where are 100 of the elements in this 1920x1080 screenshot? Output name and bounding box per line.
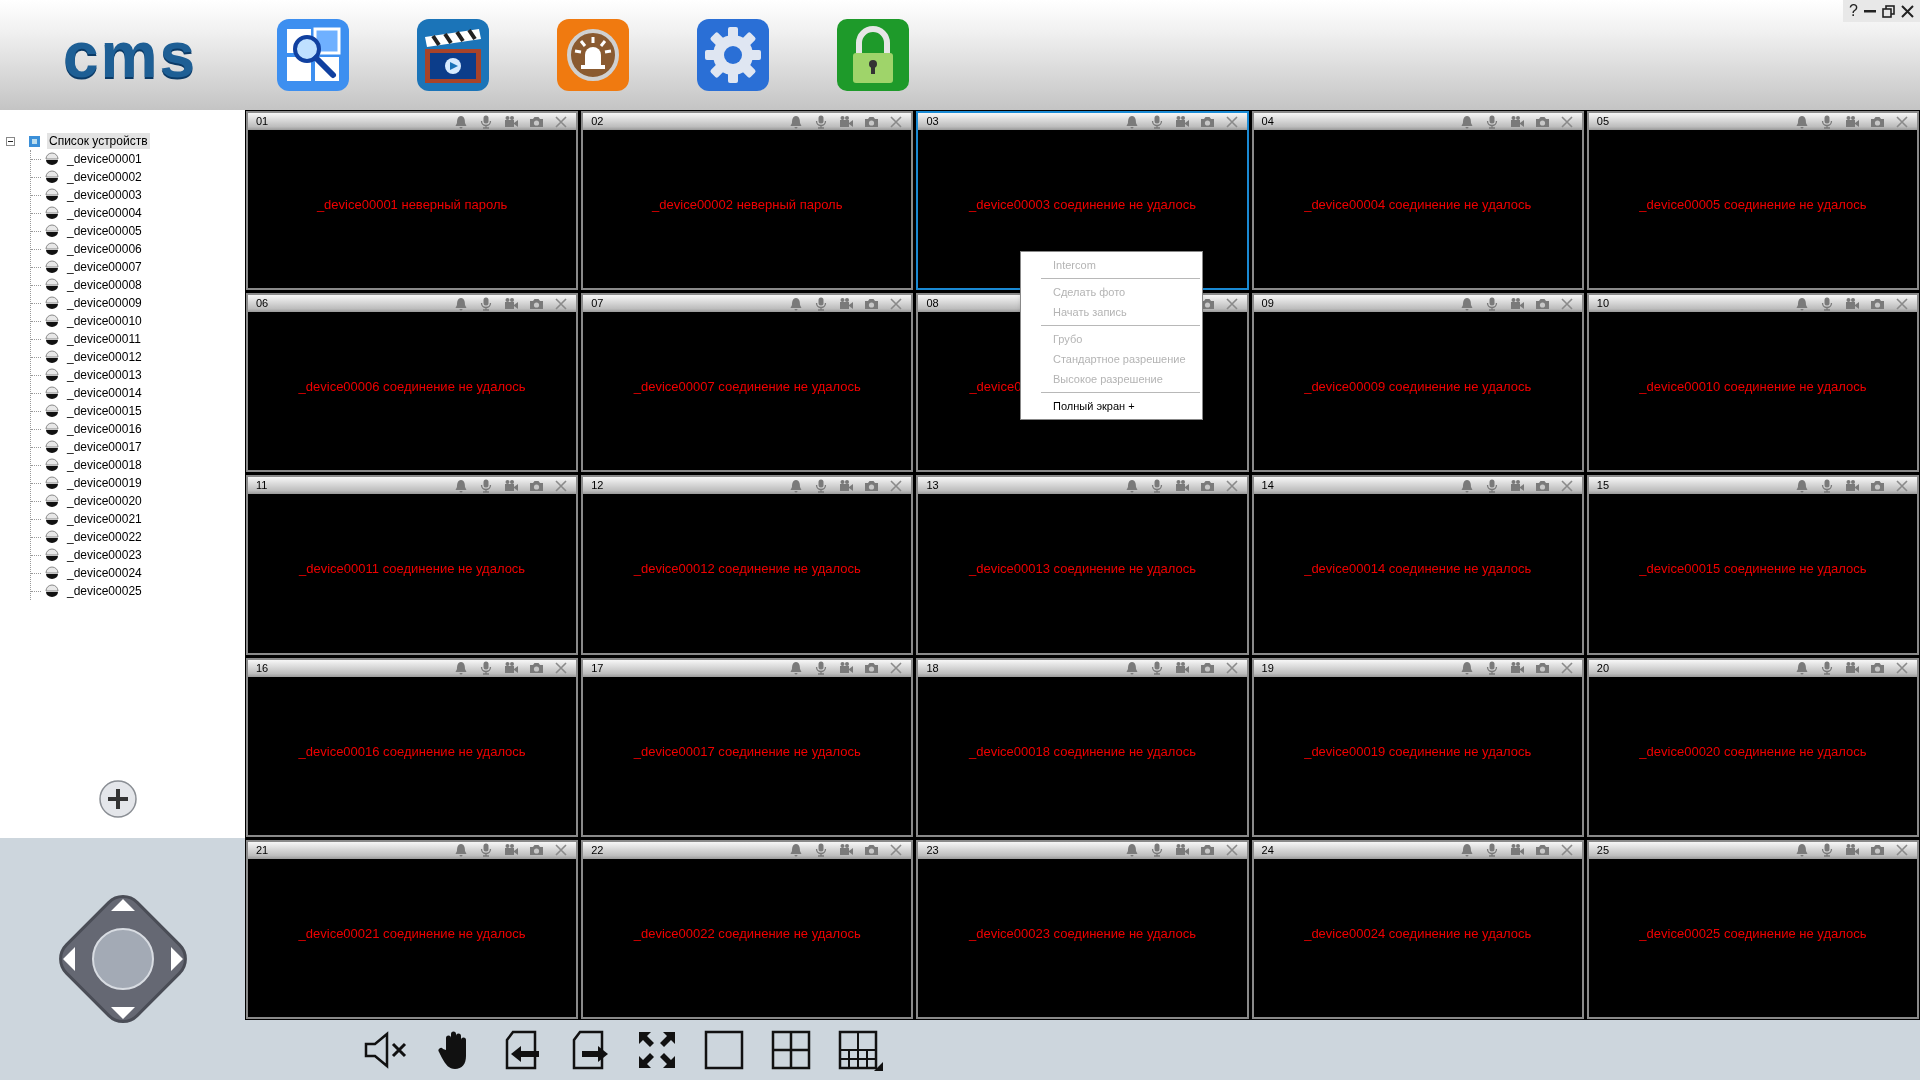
- bell-icon[interactable]: [454, 296, 469, 311]
- single-view-icon[interactable]: [702, 1028, 746, 1072]
- multi-view-icon[interactable]: [836, 1028, 884, 1072]
- bell-icon[interactable]: [1459, 478, 1474, 493]
- video-camera-icon[interactable]: [1174, 843, 1189, 858]
- microphone-icon[interactable]: [814, 478, 829, 493]
- video-camera-icon[interactable]: [1174, 114, 1189, 129]
- bell-icon[interactable]: [1459, 296, 1474, 311]
- microphone-icon[interactable]: [479, 114, 494, 129]
- device-item[interactable]: _device00025: [66, 583, 143, 599]
- bell-icon[interactable]: [789, 296, 804, 311]
- microphone-icon[interactable]: [814, 661, 829, 676]
- padlock-icon[interactable]: [837, 19, 909, 91]
- camera-icon[interactable]: [1534, 843, 1549, 858]
- camera-icon[interactable]: [529, 478, 544, 493]
- video-tile[interactable]: 01 _device00001 неверный пароль: [246, 111, 579, 291]
- video-tile[interactable]: 21 _device00021 соединение не удалось: [246, 839, 579, 1019]
- video-camera-icon[interactable]: [1174, 478, 1189, 493]
- bell-icon[interactable]: [1124, 843, 1139, 858]
- video-camera-icon[interactable]: [839, 114, 854, 129]
- video-camera-icon[interactable]: [504, 478, 519, 493]
- device-item[interactable]: _device00023: [66, 547, 143, 563]
- device-item[interactable]: _device00018: [66, 457, 143, 473]
- camera-icon[interactable]: [529, 661, 544, 676]
- clapperboard-icon[interactable]: [417, 19, 489, 91]
- video-tile[interactable]: 17 _device00017 соединение не удалось: [581, 657, 914, 837]
- device-item[interactable]: _device00006: [66, 241, 143, 257]
- device-item[interactable]: _device00012: [66, 349, 143, 365]
- video-camera-icon[interactable]: [1845, 478, 1859, 493]
- camera-icon[interactable]: [1199, 843, 1214, 858]
- microphone-icon[interactable]: [814, 114, 829, 129]
- camera-icon[interactable]: [864, 296, 879, 311]
- device-item[interactable]: _device00015: [66, 403, 143, 419]
- video-tile[interactable]: 14 _device00014 соединение не удалось: [1251, 475, 1584, 655]
- bell-icon[interactable]: [454, 114, 469, 129]
- device-item[interactable]: _device00008: [66, 277, 143, 293]
- video-camera-icon[interactable]: [1845, 114, 1859, 129]
- camera-icon[interactable]: [1534, 114, 1549, 129]
- video-tile[interactable]: 04 _device00004 соединение не удалось: [1251, 111, 1584, 291]
- video-tile[interactable]: 05 _device00005 соединение не удалось: [1586, 111, 1919, 291]
- microphone-icon[interactable]: [1820, 843, 1834, 858]
- camera-icon[interactable]: [1534, 661, 1549, 676]
- device-item[interactable]: _device00019: [66, 475, 143, 491]
- menu-item[interactable]: Полный экран +: [1021, 396, 1202, 416]
- device-item[interactable]: _device00011: [66, 331, 142, 347]
- video-camera-icon[interactable]: [839, 843, 854, 858]
- video-tile[interactable]: 19 _device00019 соединение не удалось: [1251, 657, 1584, 837]
- video-camera-icon[interactable]: [1174, 661, 1189, 676]
- video-camera-icon[interactable]: [1509, 296, 1524, 311]
- video-tile[interactable]: 11 _device00011 соединение не удалось: [246, 475, 579, 655]
- video-tile[interactable]: 09 _device00009 соединение не удалось: [1251, 293, 1584, 473]
- search-view-icon[interactable]: [277, 19, 349, 91]
- video-camera-icon[interactable]: [1509, 478, 1524, 493]
- device-item[interactable]: _device00007: [66, 259, 143, 275]
- camera-icon[interactable]: [1870, 661, 1884, 676]
- camera-icon[interactable]: [1199, 661, 1214, 676]
- video-camera-icon[interactable]: [504, 661, 519, 676]
- bell-icon[interactable]: [1795, 478, 1809, 493]
- microphone-icon[interactable]: [479, 296, 494, 311]
- microphone-icon[interactable]: [814, 843, 829, 858]
- device-item[interactable]: _device00002: [66, 169, 143, 185]
- camera-icon[interactable]: [864, 114, 879, 129]
- bell-icon[interactable]: [789, 114, 804, 129]
- bell-icon[interactable]: [1459, 114, 1474, 129]
- restore-icon[interactable]: [1882, 4, 1895, 18]
- camera-icon[interactable]: [529, 114, 544, 129]
- device-item[interactable]: _device00014: [66, 385, 143, 401]
- camera-icon[interactable]: [864, 843, 879, 858]
- add-button[interactable]: [99, 780, 137, 818]
- video-camera-icon[interactable]: [1509, 843, 1524, 858]
- video-tile[interactable]: 23 _device00023 соединение не удалось: [916, 839, 1249, 1019]
- camera-icon[interactable]: [1870, 296, 1884, 311]
- tree-root-label[interactable]: Список устройств: [47, 133, 150, 149]
- device-item[interactable]: _device00017: [66, 439, 143, 455]
- bell-icon[interactable]: [454, 843, 469, 858]
- bell-icon[interactable]: [454, 478, 469, 493]
- video-camera-icon[interactable]: [504, 114, 519, 129]
- microphone-icon[interactable]: [1149, 843, 1164, 858]
- bell-icon[interactable]: [1124, 114, 1139, 129]
- video-camera-icon[interactable]: [839, 478, 854, 493]
- microphone-icon[interactable]: [479, 478, 494, 493]
- bell-icon[interactable]: [789, 661, 804, 676]
- device-item[interactable]: _device00020: [66, 493, 143, 509]
- device-item[interactable]: _device00010: [66, 313, 143, 329]
- video-camera-icon[interactable]: [839, 296, 854, 311]
- video-tile[interactable]: 06 _device00006 соединение не удалось: [246, 293, 579, 473]
- device-item[interactable]: _device00016: [66, 421, 143, 437]
- microphone-icon[interactable]: [1149, 478, 1164, 493]
- settings-icon[interactable]: [697, 19, 769, 91]
- bell-icon[interactable]: [454, 661, 469, 676]
- microphone-icon[interactable]: [1484, 478, 1499, 493]
- bell-icon[interactable]: [789, 843, 804, 858]
- microphone-icon[interactable]: [1484, 114, 1499, 129]
- microphone-icon[interactable]: [1820, 114, 1834, 129]
- microphone-icon[interactable]: [814, 296, 829, 311]
- device-item[interactable]: _device00022: [66, 529, 143, 545]
- video-tile[interactable]: 15 _device00015 соединение не удалось: [1586, 475, 1919, 655]
- help-button[interactable]: ?: [1849, 1, 1858, 21]
- device-item[interactable]: _device00004: [66, 205, 143, 221]
- video-tile[interactable]: 12 _device00012 соединение не удалось: [581, 475, 914, 655]
